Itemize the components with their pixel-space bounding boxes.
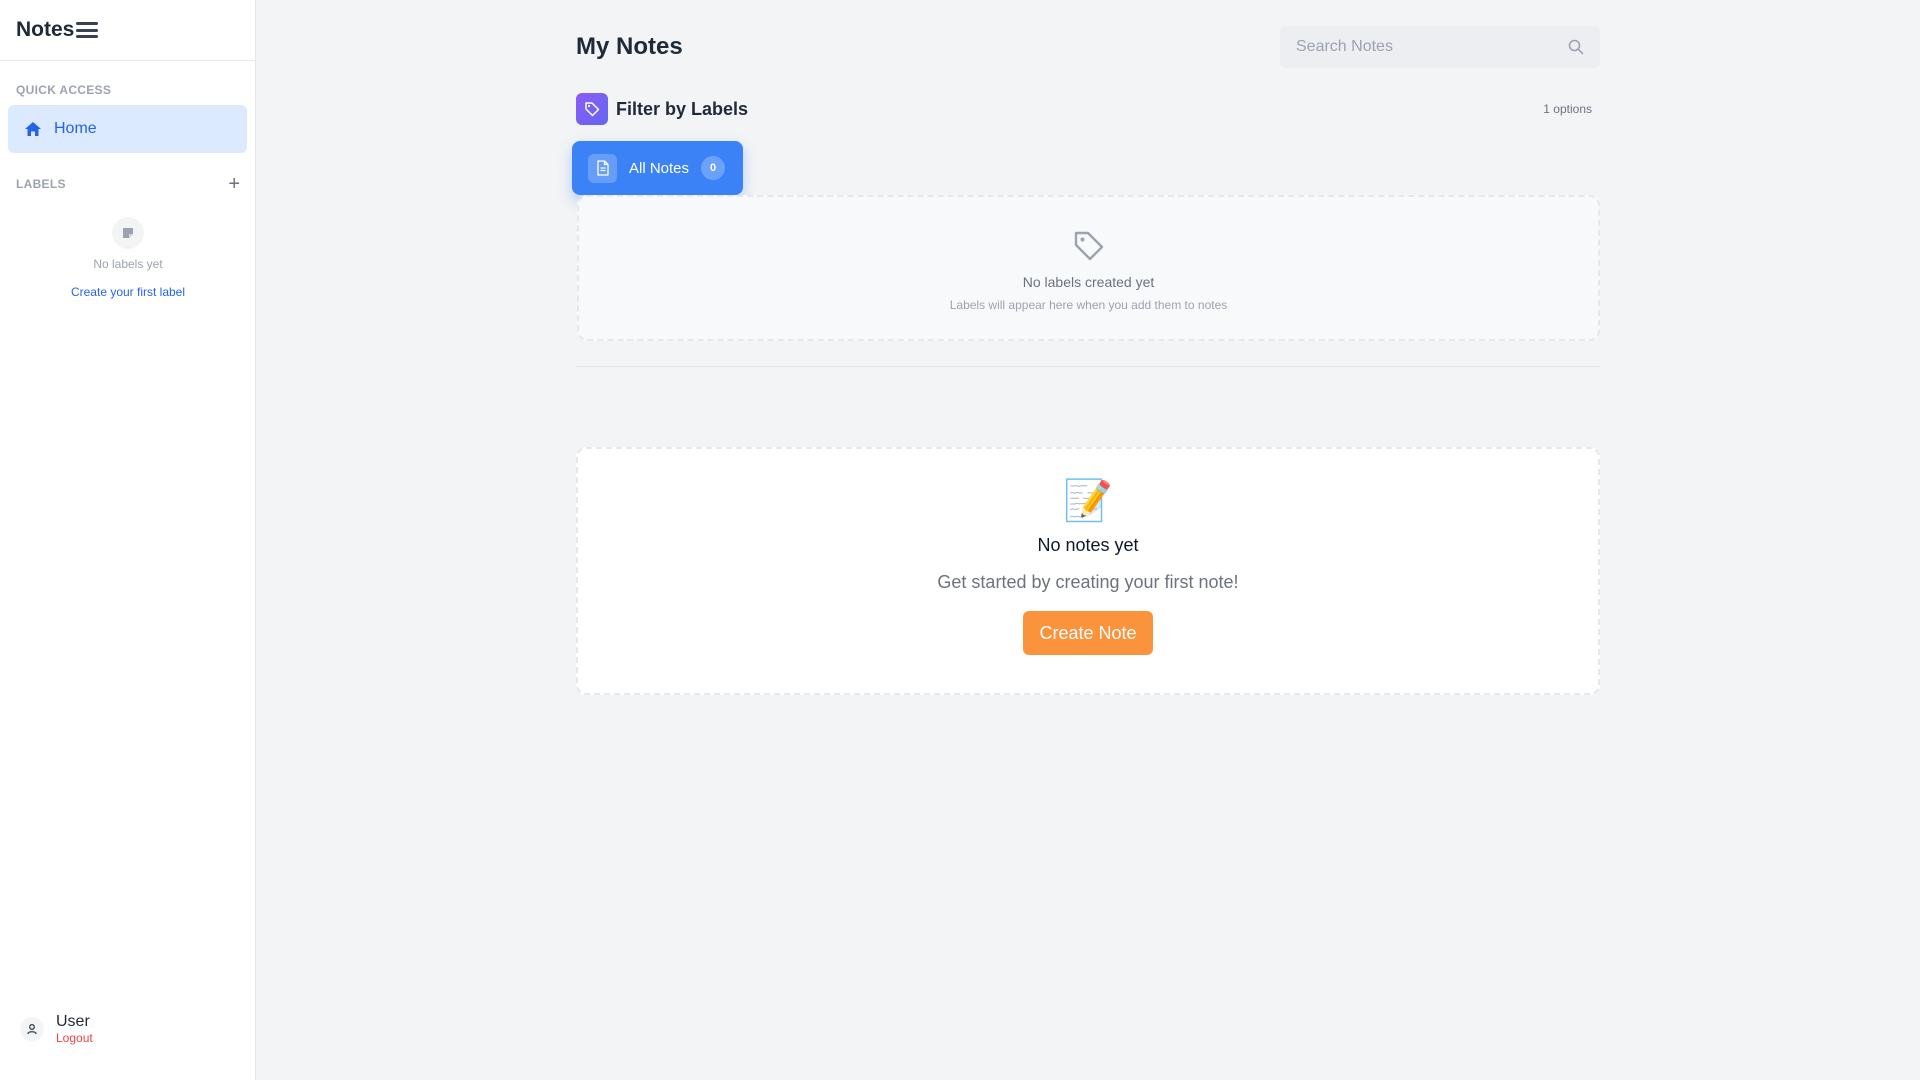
labels-empty-title: No labels created yet: [1022, 274, 1155, 290]
home-icon: [25, 122, 41, 136]
labels-title: LABELS: [16, 177, 66, 191]
plus-icon[interactable]: +: [228, 174, 240, 194]
quick-access-title: QUICK ACCESS: [16, 83, 112, 97]
create-first-label-link[interactable]: Create your first label: [71, 285, 185, 299]
filter-title: Filter by Labels: [616, 98, 749, 119]
sidebar-header: Notes: [0, 0, 255, 61]
options-count: 1 options: [1543, 102, 1592, 116]
notes-empty-title: No notes yet: [1037, 535, 1139, 555]
tag-icon: [576, 93, 608, 125]
page-title: My Notes: [576, 33, 683, 60]
filter-header: Filter by Labels 1 options: [576, 93, 1600, 125]
user-name: User: [56, 1013, 90, 1030]
notes-empty-subtitle: Get started by creating your first note!: [937, 572, 1239, 592]
user-icon: [20, 1017, 44, 1041]
memo-icon: 📝: [1063, 479, 1113, 523]
search-icon[interactable]: [1568, 39, 1584, 55]
sidebar-item-label: Home: [54, 120, 97, 137]
note-icon: [112, 217, 144, 249]
create-note-button[interactable]: Create Note: [1023, 611, 1153, 655]
labels-empty-state: No labels created yet Labels will appear…: [577, 195, 1600, 341]
menu-icon[interactable]: [76, 20, 99, 40]
brand-title: Notes: [16, 18, 75, 41]
all-notes-label: All Notes: [629, 159, 690, 177]
logout-link[interactable]: Logout: [56, 1031, 93, 1045]
labels-header: LABELS +: [16, 174, 240, 194]
all-notes-count: 0: [701, 156, 726, 180]
search-bar: [1280, 26, 1600, 68]
search-input[interactable]: [1296, 38, 1568, 56]
sidebar: Notes QUICK ACCESS Home LABELS + No labe…: [0, 0, 256, 1080]
no-labels-text: No labels yet: [93, 257, 163, 271]
labels-empty-subtitle: Labels will appear here when you add the…: [949, 298, 1228, 312]
document-icon: [588, 153, 617, 183]
divider: [576, 366, 1600, 367]
notes-empty-state: 📝 No notes yet Get started by creating y…: [576, 447, 1600, 695]
user-area: User Logout: [20, 1013, 93, 1045]
sidebar-item-home[interactable]: Home: [8, 105, 247, 153]
all-notes-filter-button[interactable]: All Notes 0: [572, 141, 743, 195]
tag-icon: [1074, 231, 1103, 261]
no-labels-placeholder: No labels yet Create your first label: [0, 217, 256, 301]
